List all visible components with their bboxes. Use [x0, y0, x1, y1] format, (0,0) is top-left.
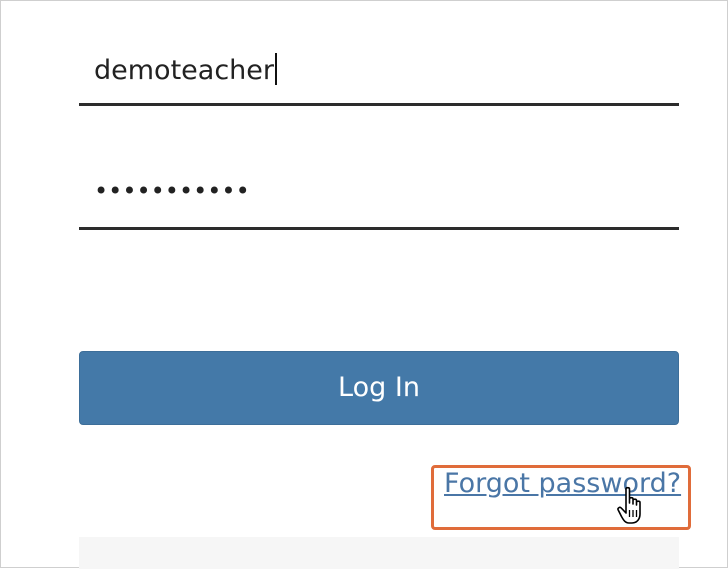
username-input-value: demoteacher	[94, 51, 277, 91]
text-caret	[274, 53, 277, 85]
password-field[interactable]: •••••••••••	[79, 167, 679, 230]
username-field[interactable]: demoteacher	[79, 43, 679, 106]
login-panel: demoteacher ••••••••••• Log In Forgot pa…	[0, 0, 728, 569]
password-input-value: •••••••••••	[94, 177, 250, 205]
bottom-section	[79, 537, 679, 569]
login-button[interactable]: Log In	[79, 351, 679, 425]
hand-pointer-icon	[617, 486, 641, 524]
